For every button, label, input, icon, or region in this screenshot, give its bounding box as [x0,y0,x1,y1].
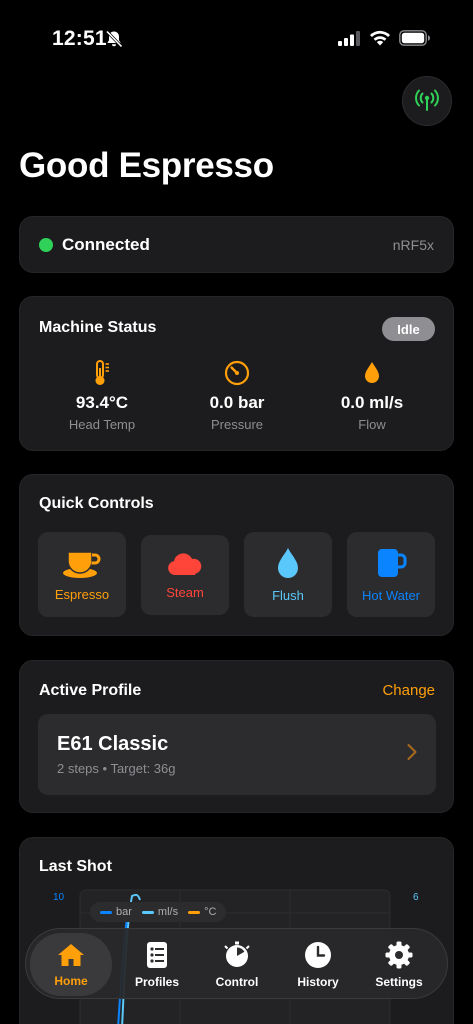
profile-name: E61 Classic [57,733,169,755]
legend-temp: °C [188,906,216,918]
connection-label: Connected [62,235,150,254]
chart-legend: bar ml/s °C [90,902,227,922]
bell-off-icon [105,30,123,48]
steam-button[interactable]: Steam [141,535,229,615]
head-temp-label: Head Temp [68,417,136,432]
profiles-list-icon [147,941,167,968]
gear-icon [385,941,413,968]
tab-history-label: History [297,974,339,989]
cloud-icon [168,552,202,575]
legend-flow: ml/s [141,906,178,918]
tab-profiles[interactable]: Profiles [116,933,198,996]
flow-label: Flow [358,417,386,432]
status-time: 12:51 [52,27,107,50]
connection-card[interactable]: Connected nRF5x [19,216,454,273]
water-drop-icon [278,548,298,578]
pressure-value: 0.0 bar [209,393,265,412]
metric-pressure: 0.0 bar Pressure [167,359,307,432]
active-profile-card: Active Profile Change E61 Classic 2 step… [19,660,454,813]
steam-label: Steam [166,584,204,600]
flush-label: Flush [272,588,304,603]
bluetooth-scan-button[interactable] [402,76,452,126]
chevron-right-icon [407,744,417,760]
flow-value: 0.0 ml/s [340,393,404,412]
battery-icon [399,30,430,46]
wifi-icon [370,30,390,46]
espresso-button[interactable]: Espresso [38,532,126,617]
hot-water-button[interactable]: Hot Water [347,532,435,617]
hot-water-label: Hot Water [361,588,421,603]
gauge-icon [224,360,250,386]
clock-icon [305,941,331,968]
tab-profiles-label: Profiles [134,974,179,989]
device-name: nRF5x [392,237,434,253]
machine-status-card: Machine Status Idle 93.4°C Head Temp 0.0… [19,296,454,451]
tab-home[interactable]: Home [30,933,112,996]
head-temp-value: 93.4°C [75,393,129,412]
status-bar: 12:51 [0,0,473,70]
tab-settings[interactable]: Settings [358,933,440,996]
mug-icon [378,549,407,577]
pressure-label: Pressure [210,417,264,432]
machine-status-title: Machine Status [39,319,157,336]
home-screen: 12:51 Good Espresso Connected nRF5x Mach… [0,0,473,1024]
profile-row[interactable]: E61 Classic 2 steps • Target: 36g [38,714,436,795]
metric-head-temp: 93.4°C Head Temp [32,359,172,432]
tab-home-label: Home [54,973,88,988]
metric-flow: 0.0 ml/s Flow [302,359,442,432]
thermometer-icon [95,360,109,385]
timer-dial-icon [224,941,250,967]
house-icon [58,943,84,966]
tab-history[interactable]: History [277,933,359,996]
status-badge: Idle [382,317,435,341]
tab-bar: Home Profiles Control History Settings [25,928,448,999]
antenna-icon [415,89,439,111]
tab-control[interactable]: Control [196,933,278,996]
right-axis-tick: 6 [413,892,419,903]
page-title: Good Espresso [19,146,274,185]
tab-control-label: Control [215,974,259,989]
cellular-signal-icon [338,31,360,46]
tab-settings-label: Settings [375,974,423,989]
connection-status-dot [39,238,53,252]
quick-controls-card: Quick Controls Espresso Steam Flush Hot … [19,474,454,636]
left-axis-tick: 10 [53,892,65,903]
drop-icon [365,362,379,383]
espresso-label: Espresso [54,587,110,602]
profile-meta: 2 steps • Target: 36g [57,761,176,776]
quick-controls-title: Quick Controls [39,495,154,512]
active-profile-title: Active Profile [39,682,142,699]
flush-button[interactable]: Flush [244,532,332,617]
legend-bar: bar [100,906,132,918]
coffee-cup-icon [63,551,101,578]
change-profile-link[interactable]: Change [382,682,435,699]
